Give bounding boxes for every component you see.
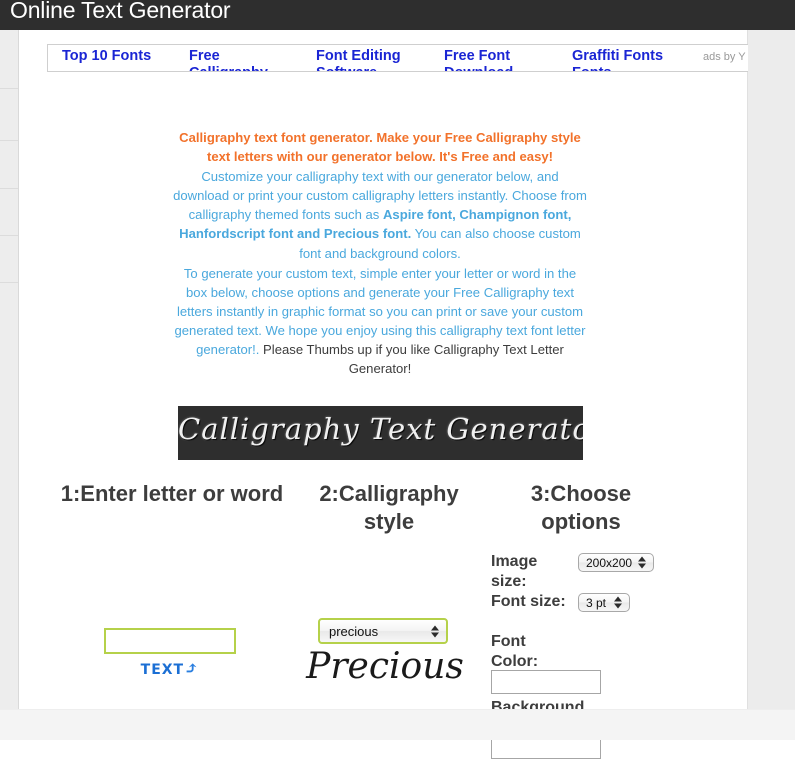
calligraphy-banner-image: Calligraphy Text Generator xyxy=(178,406,583,460)
intro-paragraph-1: Customize your calligraphy text with our… xyxy=(172,167,588,262)
footer-band xyxy=(0,709,795,740)
ad-link-line1: Free xyxy=(189,48,220,64)
intro-thumbs-up-note: Please Thumbs up if you like Calligraphy… xyxy=(259,342,564,377)
left-rail xyxy=(0,30,19,710)
step-3-heading: 3:Choose options xyxy=(530,481,632,534)
text-preview-swash: ⤴ xyxy=(184,659,200,679)
page-title: Online Text Generator xyxy=(10,0,231,23)
rail-divider xyxy=(0,188,18,189)
step-2-heading: 2:Calligraphy style xyxy=(319,481,459,534)
ad-link-font-editing[interactable]: Font Editing Software xyxy=(316,48,436,71)
style-preview-image: Precious xyxy=(306,646,464,687)
ad-link-line1: Top 10 Fonts xyxy=(62,48,152,64)
ad-banner: Top 10 Fonts Free Calligraphy Font Editi… xyxy=(47,44,748,72)
intro-heading: Calligraphy text font generator. Make yo… xyxy=(179,130,581,165)
ad-link-graffiti-fonts[interactable]: Graffiti Fonts Fonts xyxy=(572,48,692,71)
intro-paragraph-2: To generate your custom text, simple ent… xyxy=(172,264,588,379)
text-preview-image: TEXT⤴ xyxy=(104,659,236,679)
rail-divider xyxy=(0,282,18,283)
banner-text: Calligraphy Text Generator xyxy=(178,412,583,446)
page-content: Top 10 Fonts Free Calligraphy Font Editi… xyxy=(0,30,795,759)
ad-link-line2: Calligraphy xyxy=(189,65,309,71)
text-preview-label: TEXT xyxy=(140,662,185,678)
rail-divider xyxy=(0,88,18,89)
right-rail xyxy=(747,30,795,710)
ads-by-label: ads by Y xyxy=(703,51,746,63)
letter-or-word-input[interactable] xyxy=(104,628,236,654)
ad-link-free-font[interactable]: Free Font Download xyxy=(444,48,564,71)
chevron-updown-icon xyxy=(430,624,439,639)
font-size-select[interactable]: 3 pt xyxy=(578,593,630,612)
rail-divider xyxy=(0,235,18,236)
ad-link-line2: Download xyxy=(444,65,564,71)
ad-link-line1: Free Font xyxy=(444,48,511,64)
ad-link-line1: Graffiti Fonts xyxy=(572,48,664,64)
image-size-select[interactable]: 200x200 xyxy=(578,553,654,572)
ad-link-free-calligraphy[interactable]: Free Calligraphy xyxy=(189,48,309,71)
calligraphy-style-value: precious xyxy=(329,623,379,639)
image-size-value: 200x200 xyxy=(586,555,633,570)
app-header: Online Text Generator xyxy=(0,0,795,30)
step-1-heading: 1:Enter letter or word xyxy=(60,481,284,506)
chevron-updown-icon xyxy=(637,555,646,570)
image-size-label: Image size: xyxy=(491,553,538,590)
rail-divider xyxy=(0,140,18,141)
chevron-updown-icon xyxy=(613,595,622,610)
font-color-input[interactable] xyxy=(491,670,601,694)
ad-link-line2: Software xyxy=(316,65,436,71)
calligraphy-style-select[interactable]: precious xyxy=(318,618,448,644)
ad-link-line1: Font Editing xyxy=(316,48,401,64)
font-color-label: Font Color: xyxy=(491,633,539,670)
font-size-value: 3 pt xyxy=(586,595,607,610)
ad-link-line2: Fonts xyxy=(572,65,692,71)
ad-link-top-10-fonts[interactable]: Top 10 Fonts xyxy=(62,48,182,65)
intro-text-block: Calligraphy text font generator. Make yo… xyxy=(172,128,588,378)
font-size-label: Font size: xyxy=(491,593,566,610)
